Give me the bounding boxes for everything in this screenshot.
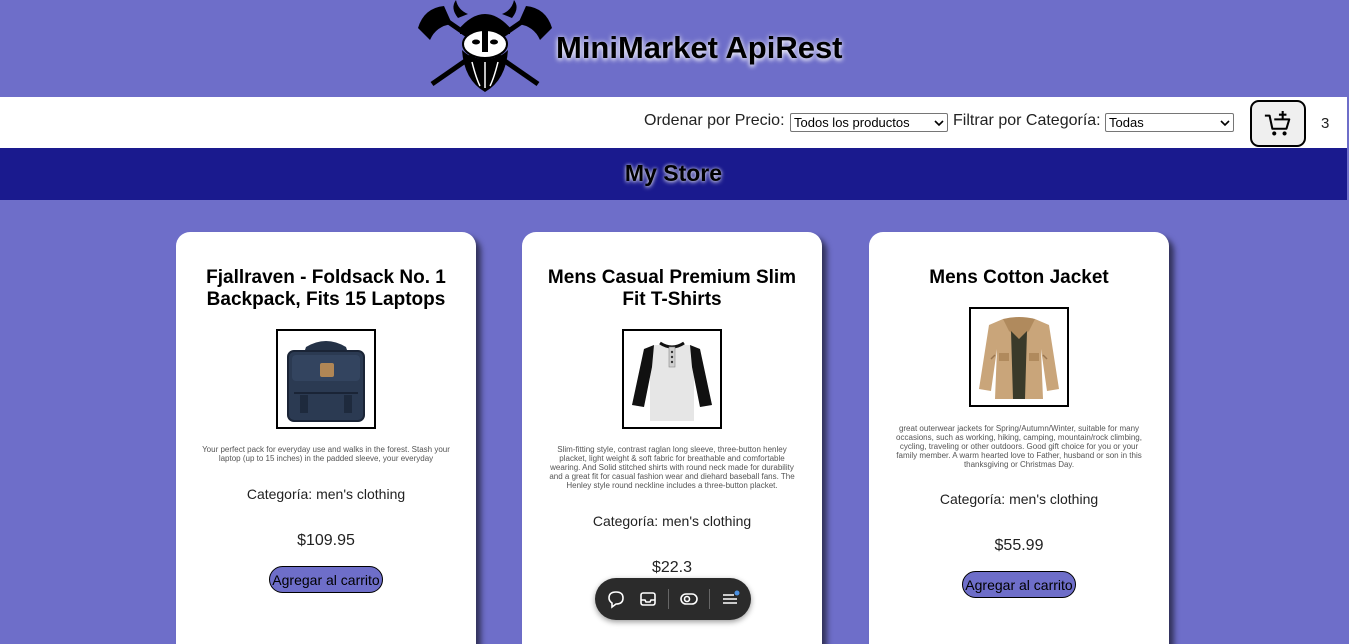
sort-select[interactable]: Todos los productos xyxy=(790,113,948,132)
menu-icon[interactable] xyxy=(720,589,740,609)
category-select-value: Todas xyxy=(1109,115,1144,130)
cart-button[interactable] xyxy=(1250,100,1306,147)
inbox-icon[interactable] xyxy=(638,589,658,609)
product-category: Categoría: men's clothing xyxy=(592,513,752,529)
product-card: Fjallraven - Foldsack No. 1 Backpack, Fi… xyxy=(176,232,476,644)
add-to-cart-button[interactable]: Agregar al carrito xyxy=(962,571,1076,598)
product-title-line: Fit T-Shirts xyxy=(622,289,722,310)
sort-label: Ordenar por Precio: xyxy=(644,112,785,129)
add-to-cart-button[interactable]: Agregar al carrito xyxy=(269,566,383,593)
product-image xyxy=(969,307,1069,407)
toolbar-divider xyxy=(668,589,669,609)
chevron-down-icon xyxy=(1220,119,1230,126)
product-title: Fjallraven - Foldsack No. 1 Backpack, Fi… xyxy=(196,267,456,311)
cart-plus-icon xyxy=(1264,110,1291,136)
site-title: MiniMarket ApiRest xyxy=(556,30,843,65)
product-title: Mens Cotton Jacket xyxy=(889,267,1149,289)
filter-toolbar: Ordenar por Precio: Todos los productos … xyxy=(0,97,1347,148)
store-title: My Store xyxy=(624,160,723,186)
toolbar-divider xyxy=(709,589,710,609)
product-card: Mens Cotton Jacket great outerwear jacke… xyxy=(869,232,1169,644)
product-description: Slim-fitting style, contrast raglan long… xyxy=(546,445,798,490)
description-line: Your perfect pack for everyday use and w… xyxy=(202,445,450,454)
product-category: Categoría: men's clothing xyxy=(246,486,406,502)
description-line: occasions, such as working, hiking, camp… xyxy=(896,433,1142,442)
product-price: $22.3 xyxy=(651,559,693,576)
category-filter-label: Filtrar por Categoría: xyxy=(953,112,1101,129)
product-image xyxy=(276,329,376,429)
eye-toggle-icon[interactable] xyxy=(679,589,699,609)
store-bar: My Store xyxy=(0,148,1347,200)
viking-axes-logo xyxy=(418,0,552,92)
description-line: and a great fit for casual fashion wear … xyxy=(549,472,795,481)
product-title-line: Mens Casual Premium Slim xyxy=(547,267,797,288)
description-line: wearing. And Solid stitched shirts with … xyxy=(550,463,794,472)
product-price: $55.99 xyxy=(994,537,1044,554)
product-title-line: Backpack, Fits 15 Laptops xyxy=(206,289,446,310)
comment-icon[interactable] xyxy=(606,589,626,609)
product-title: Mens Casual Premium Slim Fit T-Shirts xyxy=(542,267,802,311)
product-category: Categoría: men's clothing xyxy=(939,491,1099,507)
description-line: great outerwear jackets for Spring/Autum… xyxy=(898,424,1140,433)
cart-count: 3 xyxy=(1321,115,1330,132)
product-title-line: Mens Cotton Jacket xyxy=(929,267,1109,288)
description-line: placket, light weight & soft fabric for … xyxy=(559,454,785,463)
description-line: Slim-fitting style, contrast raglan long… xyxy=(557,445,787,454)
henley-shirt-image xyxy=(632,341,712,421)
floating-toolbar xyxy=(595,578,751,620)
backpack-image xyxy=(287,341,365,422)
product-description: great outerwear jackets for Spring/Autum… xyxy=(893,424,1145,469)
product-title-line: Fjallraven - Foldsack No. 1 xyxy=(206,267,446,288)
site-header: MiniMarket ApiRest xyxy=(0,0,1347,97)
description-line: Henley style round neckline includes a t… xyxy=(566,481,778,490)
description-line: family member. A warm hearted love to Fa… xyxy=(896,451,1142,460)
product-description: Your perfect pack for everyday use and w… xyxy=(200,445,452,463)
product-price: $109.95 xyxy=(297,532,355,549)
description-line: thanksgiving or Christmas Day. xyxy=(963,460,1075,469)
chevron-down-icon xyxy=(934,119,944,126)
category-select[interactable]: Todas xyxy=(1105,113,1234,132)
product-image xyxy=(622,329,722,429)
description-line: laptop (up to 15 inches) in the padded s… xyxy=(218,454,434,463)
description-line: cycling, traveling or other outdoors. Go… xyxy=(899,442,1139,451)
cotton-jacket-image xyxy=(979,317,1059,399)
sort-select-value: Todos los productos xyxy=(794,115,910,130)
